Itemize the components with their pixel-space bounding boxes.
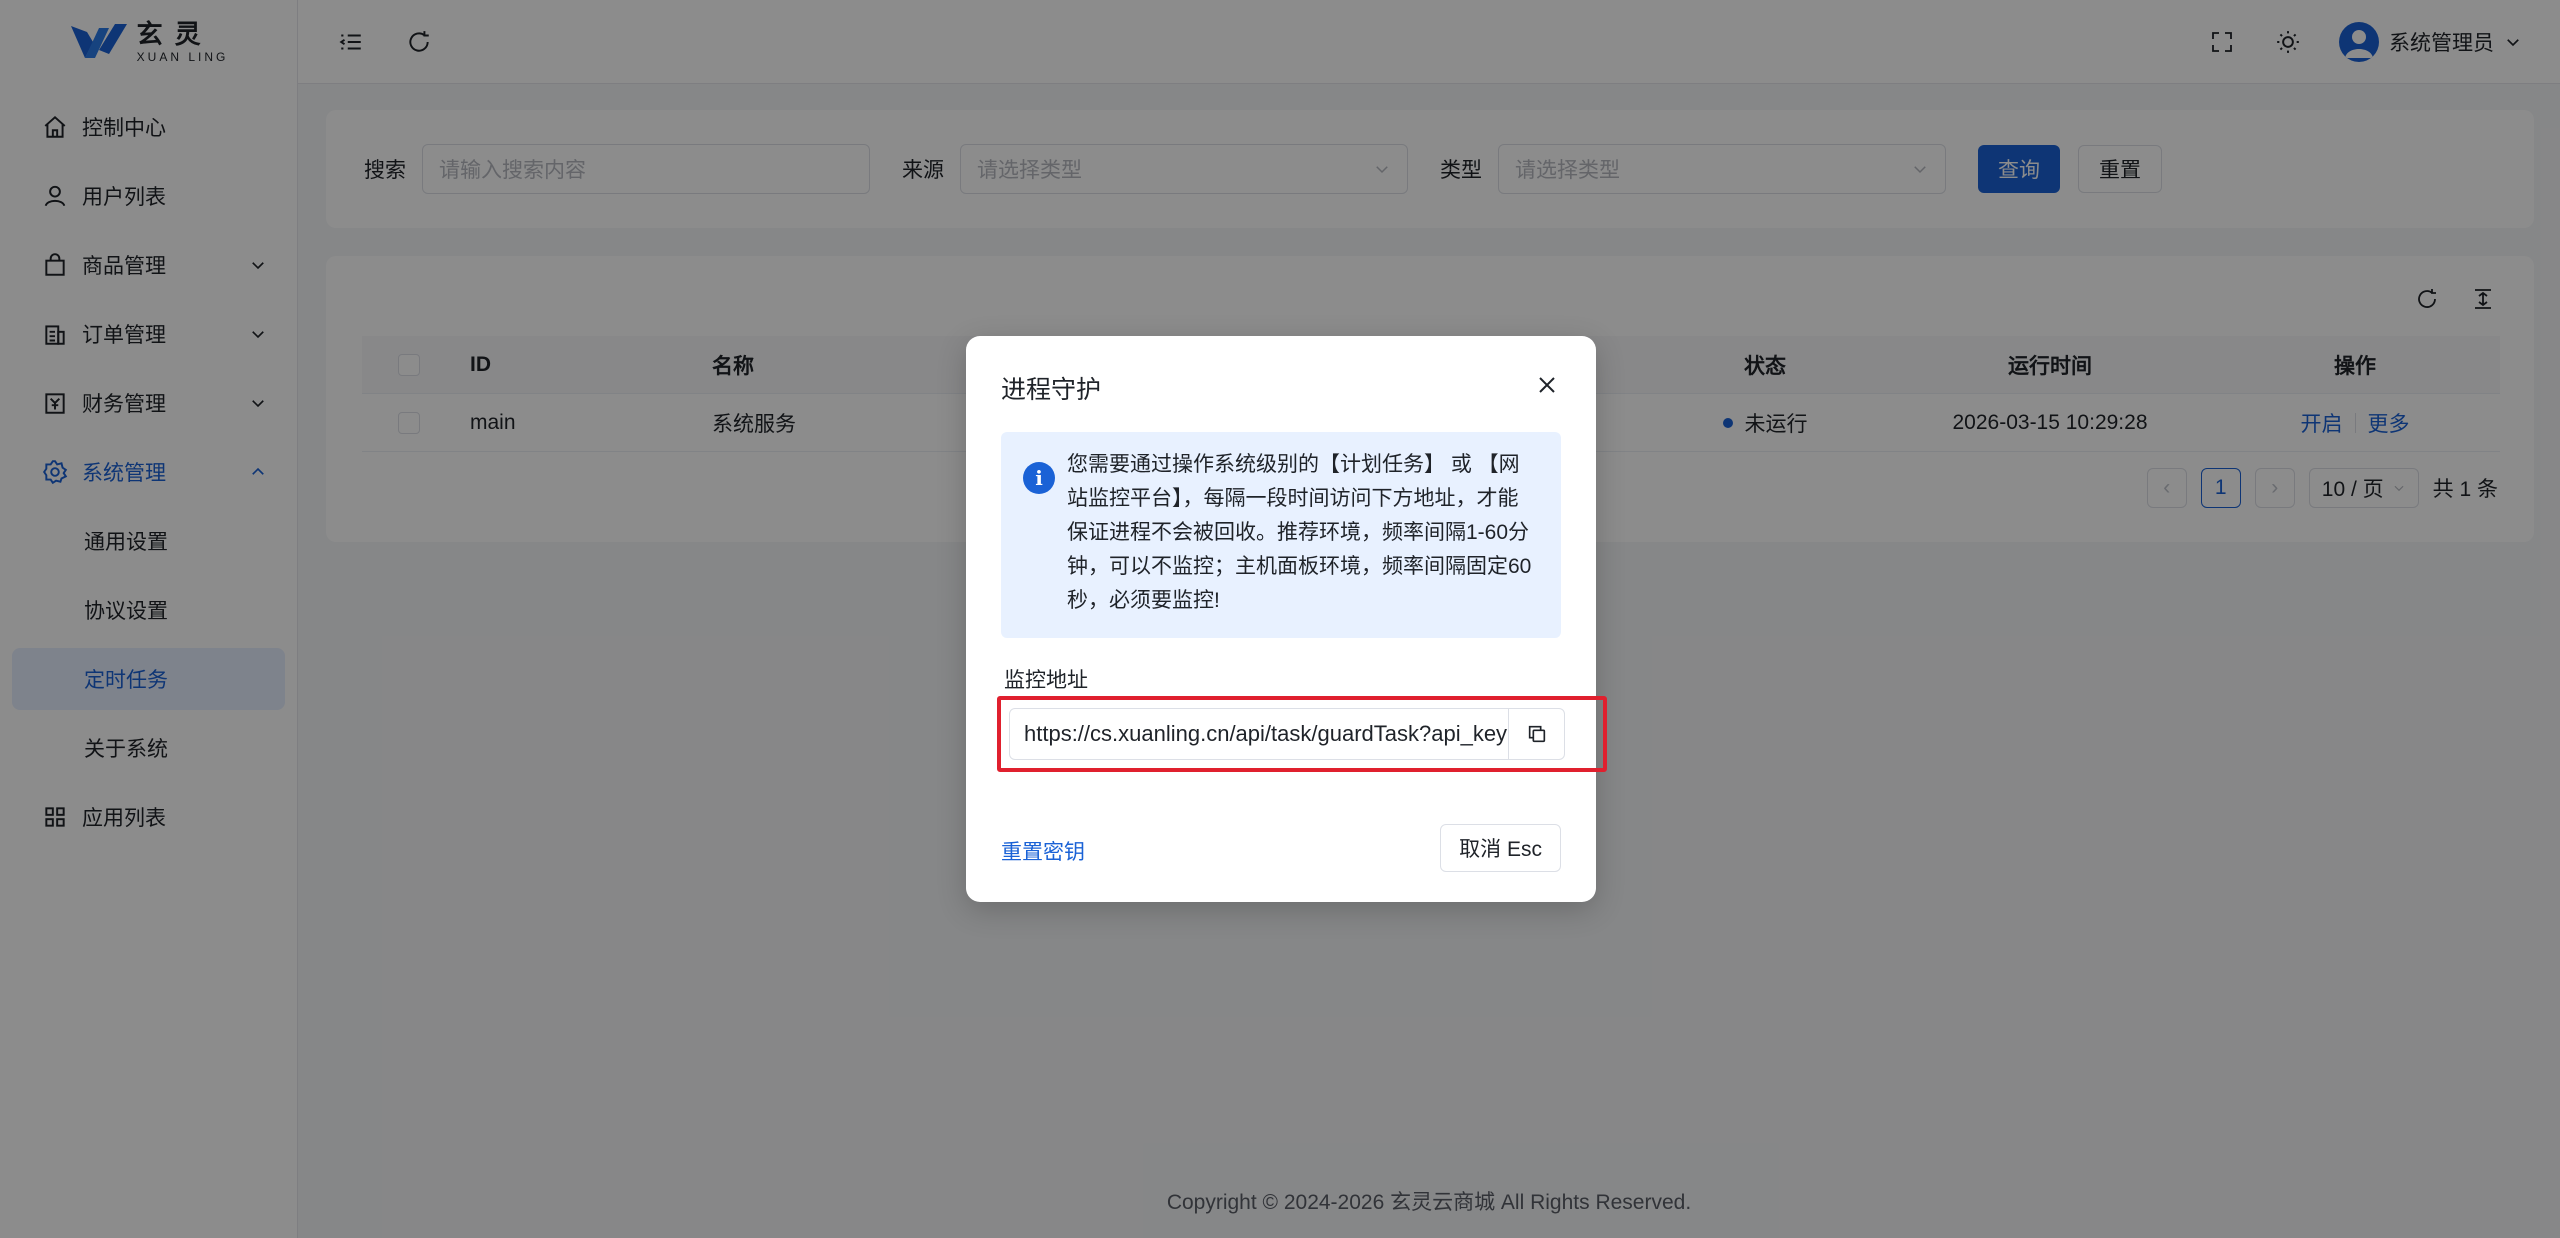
monitor-url-value: https://cs.xuanling.cn/api/task/guardTas…: [1024, 721, 1508, 746]
process-guard-dialog: 进程守护 i 您需要通过操作系统级别的【计划任务】 或 【网站监控平台】，每隔一…: [966, 336, 1607, 902]
monitor-url-label: 监控地址: [1004, 669, 1088, 692]
highlight-box: https://cs.xuanling.cn/api/task/guardTas…: [997, 696, 1607, 772]
alert-text: 您需要通过操作系统级别的【计划任务】 或 【网站监控平台】，每隔一段时间访问下方…: [1067, 453, 1532, 612]
reset-key-link[interactable]: 重置密钥: [1001, 836, 1085, 866]
info-icon: i: [1023, 462, 1055, 494]
dialog-title: 进程守护: [1001, 376, 1102, 404]
copy-icon[interactable]: [1508, 709, 1564, 759]
monitor-url-field[interactable]: https://cs.xuanling.cn/api/task/guardTas…: [1009, 708, 1565, 760]
cancel-button[interactable]: 取消 Esc: [1440, 824, 1561, 872]
info-alert: i 您需要通过操作系统级别的【计划任务】 或 【网站监控平台】，每隔一段时间访问…: [1001, 432, 1561, 638]
close-icon[interactable]: [1532, 370, 1562, 400]
